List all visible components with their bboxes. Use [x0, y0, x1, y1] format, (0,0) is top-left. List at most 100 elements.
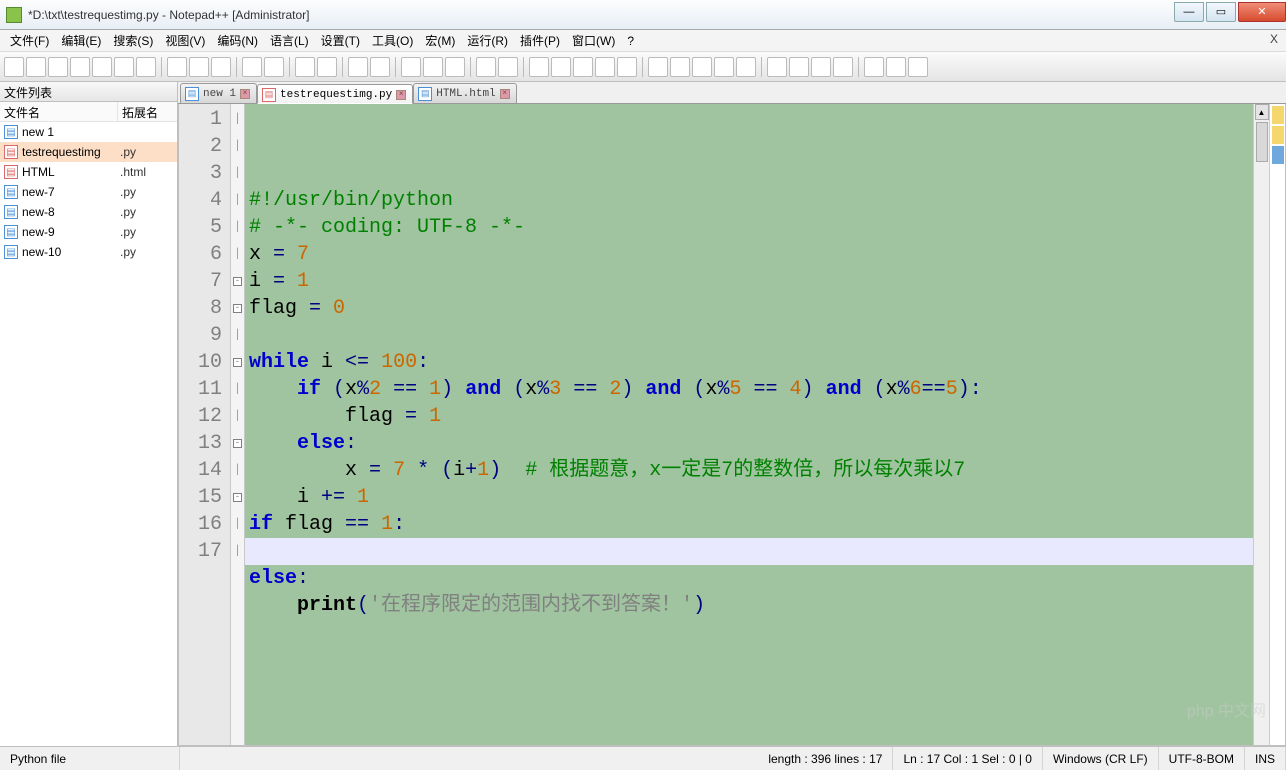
- print-icon[interactable]: [136, 57, 156, 77]
- file-list-item[interactable]: ▤new-10.py: [0, 242, 177, 262]
- tab-close-icon[interactable]: ×: [396, 90, 406, 100]
- code-area[interactable]: #!/usr/bin/python# -*- coding: UTF-8 -*-…: [245, 104, 1253, 745]
- minimize-button[interactable]: —: [1174, 2, 1204, 22]
- code-line[interactable]: else:: [249, 565, 1253, 592]
- fold-marker[interactable]: │: [231, 538, 244, 565]
- folder-as-workspace-icon[interactable]: [529, 57, 549, 77]
- scroll-thumb[interactable]: [1256, 122, 1268, 162]
- stop-macro-icon[interactable]: [670, 57, 690, 77]
- new-file-icon[interactable]: [4, 57, 24, 77]
- menu-plugins[interactable]: 插件(P): [514, 30, 566, 51]
- line-number[interactable]: 2: [179, 133, 222, 160]
- line-number[interactable]: 8: [179, 295, 222, 322]
- toolbar-extra-5-icon[interactable]: [864, 57, 884, 77]
- sync-vscroll-icon[interactable]: [401, 57, 421, 77]
- menu-language[interactable]: 语言(L): [264, 30, 315, 51]
- status-eol[interactable]: Windows (CR LF): [1043, 747, 1159, 770]
- show-all-chars-icon[interactable]: [476, 57, 496, 77]
- file-list-item[interactable]: ▤new-9.py: [0, 222, 177, 242]
- zoom-in-icon[interactable]: [348, 57, 368, 77]
- tab-close-icon[interactable]: ×: [500, 89, 510, 99]
- code-line[interactable]: if flag == 1:: [249, 511, 1253, 538]
- code-line[interactable]: while i <= 100:: [249, 349, 1253, 376]
- open-file-icon[interactable]: [26, 57, 46, 77]
- monitoring-icon[interactable]: [617, 57, 637, 77]
- close-button[interactable]: ✕: [1238, 2, 1286, 22]
- status-encoding[interactable]: UTF-8-BOM: [1159, 747, 1245, 770]
- fold-marker[interactable]: -: [231, 484, 244, 511]
- line-number-gutter[interactable]: 1234567891011121314151617: [179, 104, 231, 745]
- fold-marker[interactable]: -: [231, 430, 244, 457]
- line-number[interactable]: 5: [179, 214, 222, 241]
- save-macro-icon[interactable]: [736, 57, 756, 77]
- line-number[interactable]: 13: [179, 430, 222, 457]
- function-list-icon[interactable]: [573, 57, 593, 77]
- save-all-icon[interactable]: [70, 57, 90, 77]
- file-list-item[interactable]: ▤testrequestimg.py: [0, 142, 177, 162]
- fold-marker[interactable]: │: [231, 457, 244, 484]
- file-list-item[interactable]: ▤new 1: [0, 122, 177, 142]
- indent-guide-icon[interactable]: [498, 57, 518, 77]
- code-line[interactable]: i = 1: [249, 268, 1253, 295]
- doc-map-icon[interactable]: [551, 57, 571, 77]
- code-line[interactable]: else:: [249, 430, 1253, 457]
- menu-edit[interactable]: 编辑(E): [55, 30, 107, 51]
- code-line[interactable]: flag = 0: [249, 295, 1253, 322]
- close-all-icon[interactable]: [114, 57, 134, 77]
- fold-marker[interactable]: │: [231, 106, 244, 133]
- code-line[interactable]: if (x%2 == 1) and (x%3 == 2) and (x%5 ==…: [249, 376, 1253, 403]
- scroll-up-icon[interactable]: ▲: [1255, 104, 1269, 120]
- zoom-out-icon[interactable]: [370, 57, 390, 77]
- line-number[interactable]: 6: [179, 241, 222, 268]
- toolbar-extra-3-icon[interactable]: [811, 57, 831, 77]
- replace-icon[interactable]: [317, 57, 337, 77]
- line-number[interactable]: 14: [179, 457, 222, 484]
- play-multi-icon[interactable]: [714, 57, 734, 77]
- fold-marker[interactable]: -: [231, 349, 244, 376]
- menu-file[interactable]: 文件(F): [4, 30, 55, 51]
- redo-icon[interactable]: [264, 57, 284, 77]
- wordwrap-icon[interactable]: [445, 57, 465, 77]
- spellcheck-icon[interactable]: [908, 57, 928, 77]
- vertical-scrollbar[interactable]: ▲: [1253, 104, 1269, 745]
- cut-icon[interactable]: [167, 57, 187, 77]
- menu-view[interactable]: 视图(V): [159, 30, 211, 51]
- code-line[interactable]: print('在程序限定的范围内找不到答案！'): [249, 592, 1253, 619]
- fold-marker[interactable]: │: [231, 187, 244, 214]
- fold-marker[interactable]: │: [231, 160, 244, 187]
- menu-run[interactable]: 运行(R): [461, 30, 514, 51]
- doc-switcher-icon[interactable]: [595, 57, 615, 77]
- menu-settings[interactable]: 设置(T): [315, 30, 366, 51]
- line-number[interactable]: 3: [179, 160, 222, 187]
- fold-marker[interactable]: │: [231, 322, 244, 349]
- fold-marker[interactable]: │: [231, 241, 244, 268]
- code-line[interactable]: #!/usr/bin/python: [249, 187, 1253, 214]
- line-number[interactable]: 16: [179, 511, 222, 538]
- file-list-item[interactable]: ▤new-8.py: [0, 202, 177, 222]
- line-number[interactable]: 7: [179, 268, 222, 295]
- code-line[interactable]: flag = 1: [249, 403, 1253, 430]
- editor-tab[interactable]: ▤new 1×: [180, 83, 257, 103]
- status-insert-mode[interactable]: INS: [1245, 747, 1286, 770]
- line-number[interactable]: 15: [179, 484, 222, 511]
- fold-marker[interactable]: -: [231, 268, 244, 295]
- toolbar-extra-4-icon[interactable]: [833, 57, 853, 77]
- menu-help[interactable]: ?: [621, 32, 640, 50]
- menu-tools[interactable]: 工具(O): [366, 30, 419, 51]
- code-editor[interactable]: 1234567891011121314151617 ││││││--│-││-│…: [178, 104, 1286, 746]
- code-line[interactable]: i += 1: [249, 484, 1253, 511]
- menu-search[interactable]: 搜索(S): [107, 30, 159, 51]
- fold-marker[interactable]: -: [231, 295, 244, 322]
- code-line[interactable]: [249, 322, 1253, 349]
- line-number[interactable]: 1: [179, 106, 222, 133]
- toolbar-extra-1-icon[interactable]: [767, 57, 787, 77]
- col-filename[interactable]: 文件名: [0, 102, 118, 121]
- line-number[interactable]: 11: [179, 376, 222, 403]
- save-icon[interactable]: [48, 57, 68, 77]
- play-macro-icon[interactable]: [692, 57, 712, 77]
- fold-column[interactable]: ││││││--│-││-│-││: [231, 104, 245, 745]
- code-line[interactable]: # -*- coding: UTF-8 -*-: [249, 214, 1253, 241]
- find-icon[interactable]: [295, 57, 315, 77]
- menu-close-x[interactable]: X: [1266, 32, 1282, 46]
- record-macro-icon[interactable]: [648, 57, 668, 77]
